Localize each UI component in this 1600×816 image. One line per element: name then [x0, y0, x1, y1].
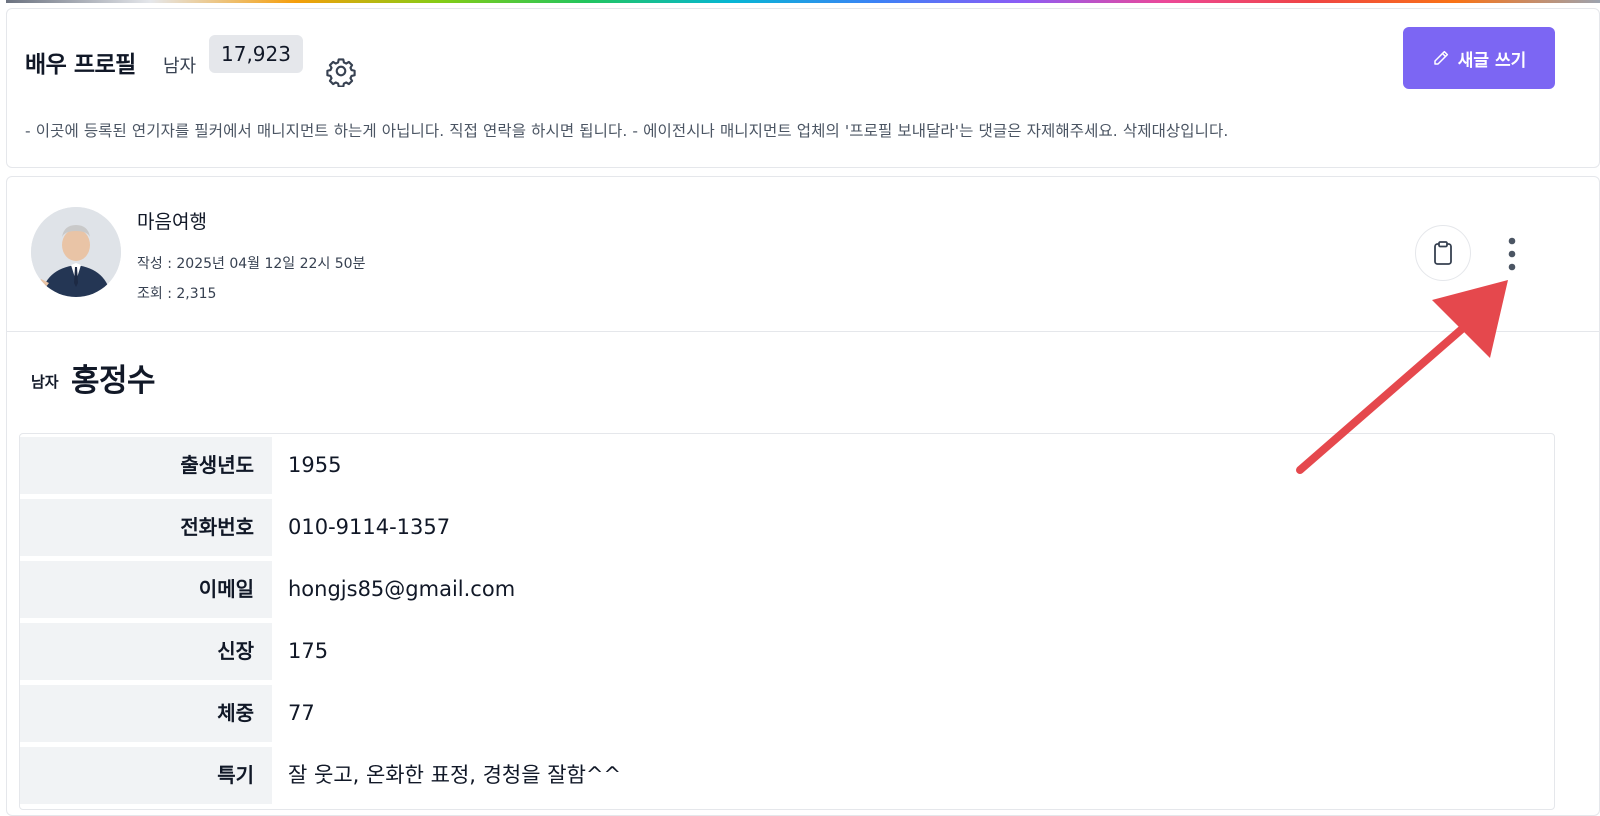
- category-label: 남자: [163, 56, 197, 77]
- avatar: [31, 207, 121, 297]
- row-value: 1955: [288, 453, 342, 477]
- row-label: 이메일: [20, 561, 272, 618]
- table-row: 출생년도 1955: [20, 437, 1554, 494]
- row-label: 전화번호: [20, 499, 272, 556]
- row-label: 출생년도: [20, 437, 272, 494]
- actor-name: 홍정수: [71, 363, 156, 399]
- post-date: 작성 : 2025년 04월 12일 22시 50분: [137, 256, 366, 272]
- clipboard-icon: [1434, 241, 1452, 265]
- row-label: 신장: [20, 623, 272, 680]
- table-row: 전화번호 010-9114-1357: [20, 499, 1554, 556]
- write-button-label: 새글 쓰기: [1457, 50, 1527, 71]
- row-value: 175: [288, 639, 329, 663]
- more-vertical-icon: [1508, 237, 1516, 271]
- row-value: 잘 웃고, 온화한 표정, 경청을 잘함^^: [288, 763, 622, 787]
- row-label: 체중: [20, 685, 272, 742]
- write-button[interactable]: 새글 쓰기: [1403, 27, 1555, 89]
- board-header: 배우 프로필 남자 17,923 새글 쓰기 - 이곳에 등록된 연기자를 필커…: [6, 8, 1600, 168]
- gear-icon[interactable]: [325, 55, 357, 87]
- author-name[interactable]: 마음여행: [137, 207, 207, 234]
- row-value: 77: [288, 701, 315, 725]
- divider: [7, 331, 1599, 332]
- top-gradient-bar: [6, 0, 1600, 3]
- row-value: 010-9114-1357: [288, 515, 451, 539]
- view-count: 조회 : 2,315: [137, 286, 217, 302]
- pencil-icon: [1434, 50, 1448, 65]
- row-value: hongjs85@gmail.com: [288, 577, 516, 601]
- board-notice: - 이곳에 등록된 연기자를 필커에서 매니지먼트 하는게 아닙니다. 직접 연…: [25, 122, 1229, 140]
- profile-info-table: 출생년도 1955 전화번호 010-9114-1357 이메일 hongjs8…: [19, 433, 1555, 810]
- table-row: 이메일 hongjs85@gmail.com: [20, 561, 1554, 618]
- post-count-badge: 17,923: [209, 35, 303, 73]
- profile-post: 마음여행 작성 : 2025년 04월 12일 22시 50분 조회 : 2,3…: [6, 176, 1600, 816]
- page-title: 배우 프로필: [25, 52, 136, 78]
- table-row: 신장 175: [20, 623, 1554, 680]
- table-row: 특기 잘 웃고, 온화한 표정, 경청을 잘함^^: [20, 747, 1554, 804]
- table-row: 체중 77: [20, 685, 1554, 742]
- copy-button[interactable]: [1415, 225, 1471, 281]
- more-options-button[interactable]: [1497, 229, 1527, 279]
- actor-gender: 남자: [31, 373, 59, 391]
- row-label: 특기: [20, 747, 272, 804]
